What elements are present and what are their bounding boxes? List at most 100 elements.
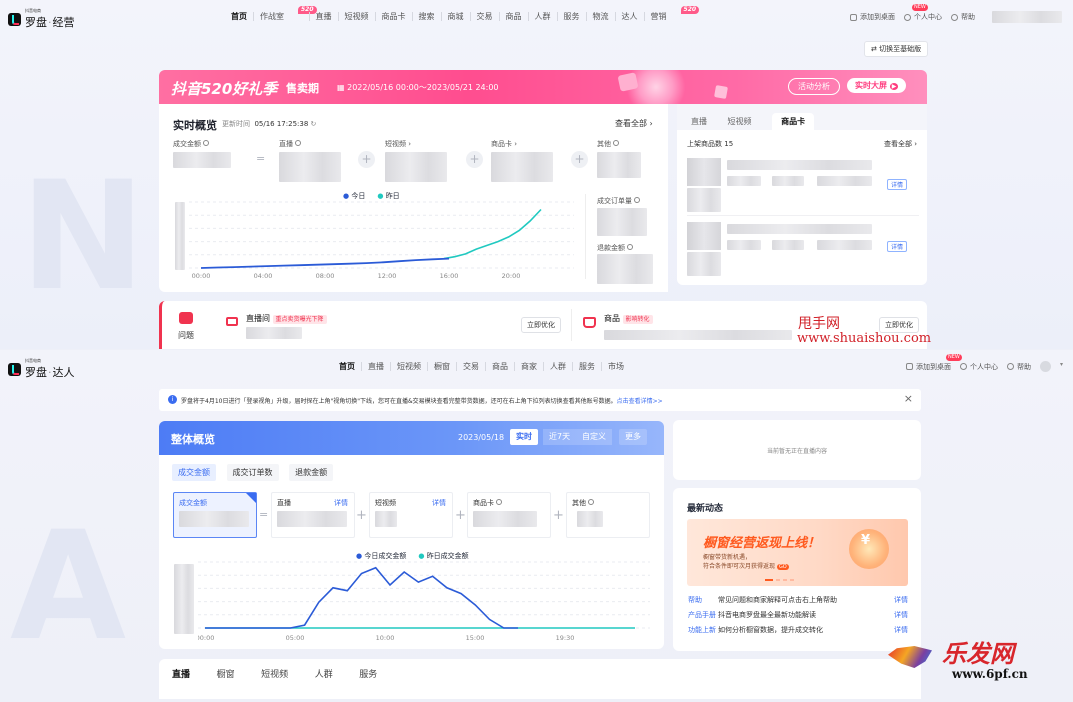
news-detail-link[interactable]: 详情 [894, 625, 908, 635]
nav-service[interactable]: 服务 [579, 361, 595, 372]
nav-video[interactable]: 短视频 [345, 11, 369, 22]
close-icon[interactable]: × [904, 392, 913, 405]
help-button[interactable]: 帮助 [1007, 361, 1031, 372]
nav-trade[interactable]: 交易 [463, 361, 479, 372]
nav-product-card[interactable]: 商品卡 [382, 11, 406, 22]
refresh-icon[interactable]: ↻ [311, 120, 317, 128]
equals-sign: = [256, 152, 266, 165]
nav-crowd[interactable]: 人群 [535, 11, 551, 22]
series-yesterday-line [443, 208, 542, 260]
nav-war-room[interactable]: 作战室520 [260, 6, 317, 22]
nav-mall[interactable]: 商城 [448, 11, 464, 22]
metric-video-label[interactable]: 短视频 › [385, 139, 411, 149]
new-badge: NEW [946, 354, 962, 361]
news-item[interactable]: 帮助 常见问题和商家解释可点击右上角帮助 详情 [688, 595, 908, 605]
live-optimize-button[interactable]: 立即优化 [521, 317, 561, 333]
user-center-button[interactable]: 个人中心 [960, 361, 998, 372]
nav-service[interactable]: 服务 [564, 11, 580, 22]
bottom-tab-crowd[interactable]: 人群 [315, 670, 333, 680]
realtime-screen-button[interactable]: 实时大屏 ▶ [847, 78, 907, 93]
nav-marketing[interactable]: 营销520 [651, 6, 700, 22]
carousel-dots[interactable] [765, 579, 794, 581]
bottom-tab-live[interactable]: 直播 [172, 670, 190, 680]
nav-home[interactable]: 首页 [339, 361, 355, 372]
promo-banner[interactable]: 橱窗经营返现上线！ 橱窗带货新机遇， 符合条件即可次月获得返现 GO ¥ [687, 519, 908, 586]
user-icon [960, 363, 967, 370]
view-all-link[interactable]: 查看全部 › [615, 118, 653, 129]
account-name-blurred[interactable] [992, 11, 1062, 23]
user-center-button[interactable]: 个人中心 NEW [904, 4, 942, 23]
product-detail-button[interactable]: 详情 [887, 179, 908, 190]
info-icon [627, 244, 634, 250]
orders-value-blurred [597, 208, 647, 236]
new-badge: NEW [912, 4, 928, 11]
nav-crowd[interactable]: 人群 [550, 361, 566, 372]
nav-home[interactable]: 首页 [231, 11, 247, 22]
bottom-tab-service[interactable]: 服务 [359, 670, 377, 680]
card-gmv[interactable]: 成交金额 [173, 492, 257, 538]
tab-video[interactable]: 短视频 [728, 117, 752, 126]
background-watermark: N [20, 150, 146, 324]
notice-text: 罗盘将于4月10日进行「登录视角」升级，届时探在上角"视角切换"下线，您可在直播… [181, 398, 663, 405]
card-other-label: 其他 [572, 498, 595, 508]
bottom-logo[interactable]: 抖音电商 罗盘·达人 [8, 358, 75, 380]
bottom-tab-window[interactable]: 橱窗 [217, 670, 235, 680]
metric-card-label[interactable]: 商品卡 › [491, 139, 517, 149]
news-item[interactable]: 功能上新 如何分析橱窗数据，提升成交转化 详情 [688, 625, 908, 635]
help-icon [1007, 363, 1014, 370]
nav-window[interactable]: 橱窗 [434, 361, 450, 372]
nav-influencer[interactable]: 达人 [622, 11, 638, 22]
nav-live[interactable]: 直播 [316, 11, 332, 22]
bottom-tab-video[interactable]: 短视频 [261, 670, 288, 680]
card-live[interactable]: 直播 详情 [271, 492, 355, 538]
x-tick-label: 10:00 [376, 634, 395, 642]
card-other[interactable]: 其他 [566, 492, 650, 538]
segment-custom[interactable]: 自定义 [576, 429, 612, 445]
avatar[interactable] [1040, 361, 1051, 372]
nav-trade[interactable]: 交易 [477, 11, 493, 22]
right-view-all-link[interactable]: 查看全部 › [884, 139, 917, 149]
nav-market[interactable]: 市场 [608, 361, 624, 372]
news-detail-link[interactable]: 详情 [894, 595, 908, 605]
notice-link[interactable]: 点击查看详情>> [617, 398, 663, 405]
nav-goods[interactable]: 商品 [506, 11, 522, 22]
segment-7days[interactable]: 近7天 [543, 429, 577, 445]
nav-logistics[interactable]: 物流 [593, 11, 609, 22]
help-button[interactable]: 帮助 [951, 11, 975, 23]
promo-go-badge[interactable]: GO [776, 564, 789, 570]
segment-realtime[interactable]: 实时 [510, 429, 538, 445]
marketing-badge: 520 [680, 6, 700, 14]
banner-date: ▦ 2022/05/16 00:00～2023/05/21 24:00 [337, 83, 499, 92]
metric-live-value-blurred [279, 152, 341, 182]
plus-icon: + [455, 508, 466, 523]
add-desktop-button[interactable]: 添加到桌面 [850, 11, 895, 23]
card-live-detail-link[interactable]: 详情 [334, 498, 348, 508]
top-logo[interactable]: 抖音电商 罗盘·经营 [8, 8, 75, 30]
card-video[interactable]: 短视频 详情 [369, 492, 453, 538]
nav-merchant[interactable]: 商家 [521, 361, 537, 372]
nav-video[interactable]: 短视频 [397, 361, 421, 372]
nav-search[interactable]: 搜索 [419, 11, 435, 22]
segment-more[interactable]: 更多 [619, 429, 647, 445]
tab-live[interactable]: 直播 [691, 117, 707, 126]
nav-live[interactable]: 直播 [368, 361, 384, 372]
tab-product-card[interactable]: 商品卡 [772, 113, 815, 130]
card-product[interactable]: 商品卡 [467, 492, 551, 538]
card-gmv-value-blurred [179, 511, 249, 527]
add-desktop-button[interactable]: 添加到桌面 NEW [906, 354, 962, 372]
news-item[interactable]: 产品手册 抖音电商罗盘最全最新功能解读 详情 [688, 610, 908, 620]
nav-goods[interactable]: 商品 [492, 361, 508, 372]
switch-basic-button[interactable]: ⇄ 切换至基础版 [864, 41, 929, 57]
series-today-gmv-line [205, 566, 518, 629]
bottom-tabs: 直播 橱窗 短视频 人群 服务 [172, 667, 401, 680]
chevron-down-icon[interactable]: ▾ [1060, 361, 1063, 372]
x-tick-label: 00:00 [198, 634, 214, 642]
product-detail-button[interactable]: 详情 [887, 241, 908, 252]
news-detail-link[interactable]: 详情 [894, 610, 908, 620]
tab-orders[interactable]: 成交订单数 [226, 464, 279, 481]
overview-title: 整体概览 [171, 433, 215, 446]
tab-refund[interactable]: 退款金额 [289, 464, 334, 481]
tab-gmv[interactable]: 成交金额 [172, 464, 216, 481]
card-video-detail-link[interactable]: 详情 [432, 498, 446, 508]
activity-analysis-button[interactable]: 活动分析 [788, 78, 840, 95]
